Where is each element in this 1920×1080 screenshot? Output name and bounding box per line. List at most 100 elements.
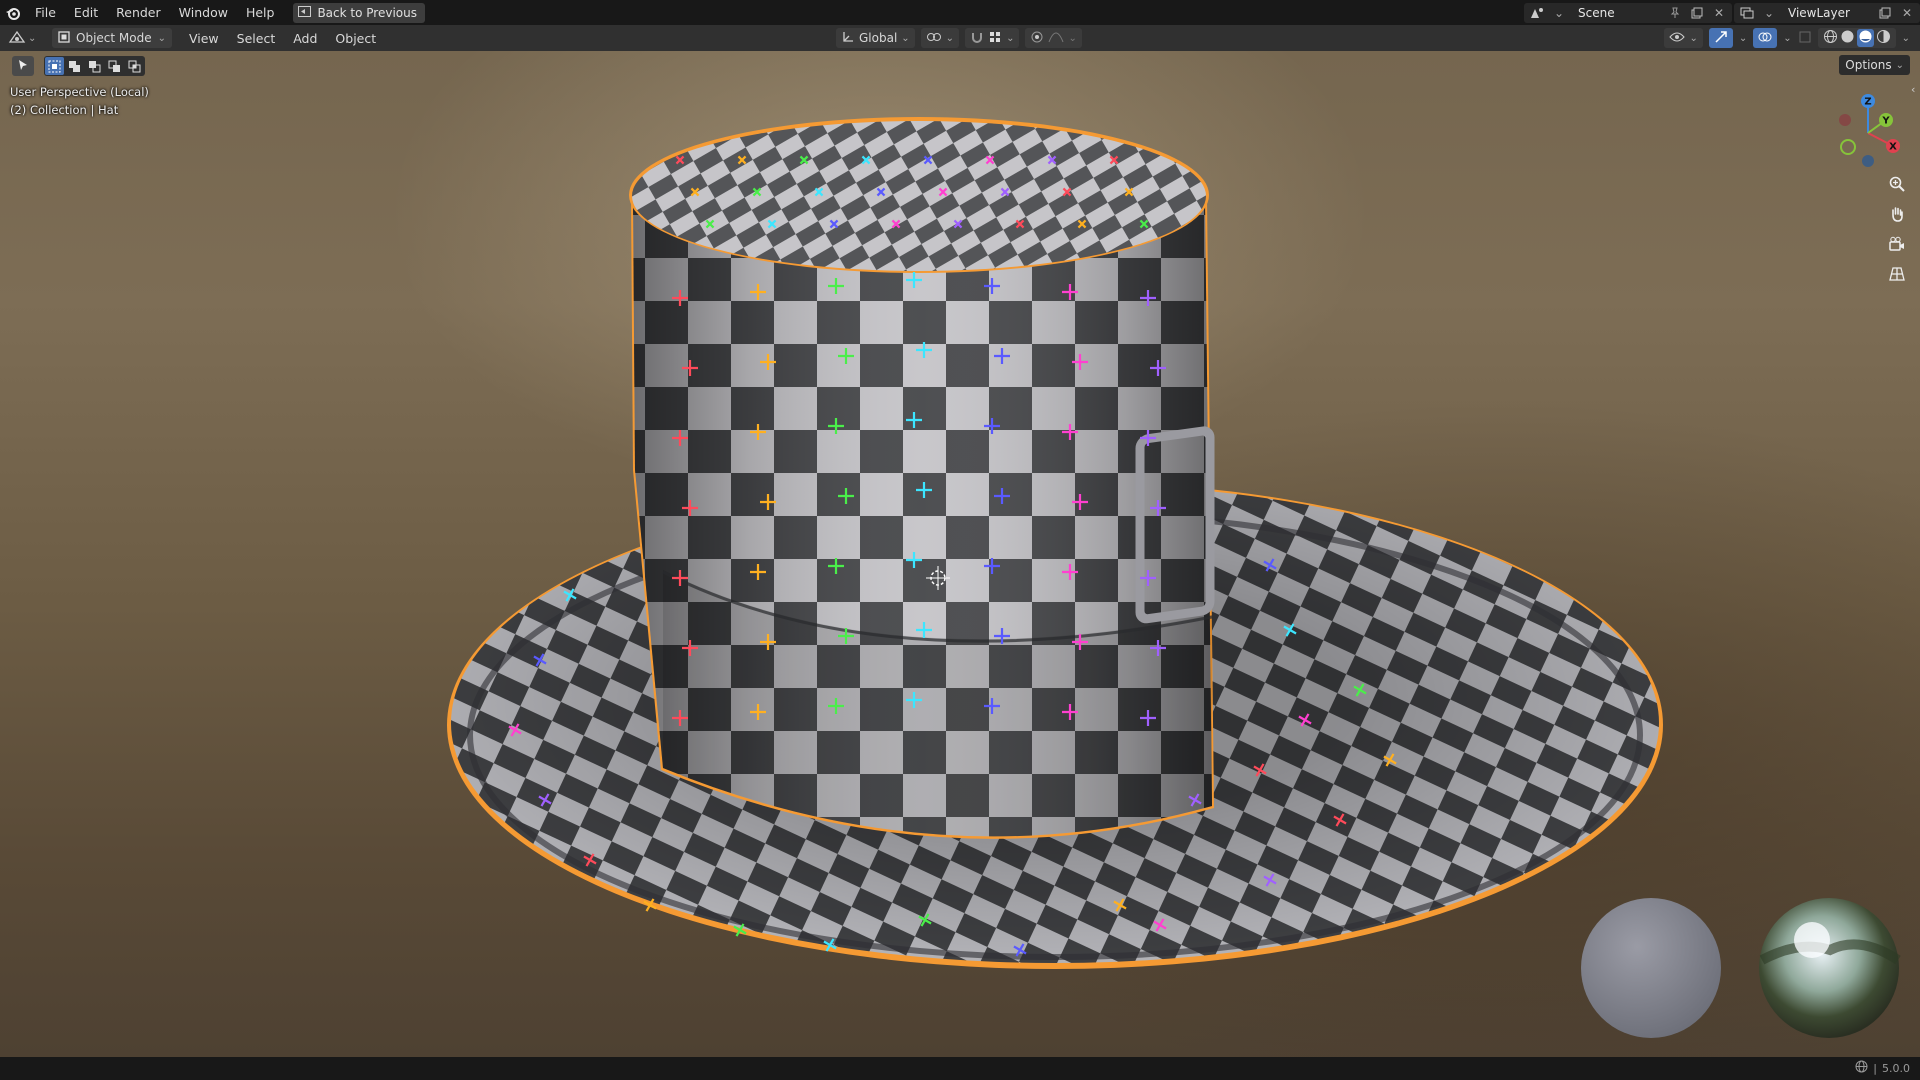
chevron-down-icon: ⌄	[1895, 59, 1904, 71]
chevron-down-icon[interactable]: ⌄	[1739, 33, 1747, 44]
chevron-down-icon: ⌄	[1068, 32, 1077, 44]
chevron-down-icon[interactable]: ⌄	[1902, 33, 1910, 44]
3d-viewport[interactable]: User Perspective (Local) (2) Collection …	[0, 51, 1920, 1057]
rendered-shading-icon[interactable]	[1876, 29, 1891, 47]
snapping-controls[interactable]: ⌄	[965, 28, 1020, 48]
proportional-editing-icon[interactable]	[1030, 30, 1044, 47]
gizmo-toggle[interactable]	[1708, 28, 1733, 48]
object-mode-icon	[58, 30, 70, 46]
gizmo-z-icon[interactable]: Z	[1861, 94, 1875, 108]
sidebar-toggle-icon[interactable]: ‹	[1911, 83, 1915, 96]
chevron-down-icon[interactable]: ⌄	[1783, 33, 1791, 44]
material-preview-shading-icon[interactable]	[1856, 29, 1874, 47]
orientation-label: Global	[859, 31, 898, 45]
pivot-point-icon	[926, 30, 942, 47]
delete-view-layer-icon[interactable]: ✕	[1898, 4, 1916, 22]
select-invert-icon[interactable]	[105, 57, 124, 75]
svg-text:Y: Y	[1881, 116, 1890, 127]
gizmo-neg-y-icon[interactable]	[1840, 139, 1856, 155]
menu-add[interactable]: Add	[284, 31, 326, 46]
active-collection-label: (2) Collection | Hat	[10, 103, 119, 117]
gizmo-neg-x-icon[interactable]	[1839, 114, 1851, 126]
gizmo-icon	[1714, 30, 1728, 47]
gizmo-y-icon[interactable]: Y	[1879, 113, 1893, 127]
cursor-arrow-icon	[17, 59, 29, 74]
menu-render[interactable]: Render	[107, 0, 170, 25]
select-intersect-icon[interactable]	[125, 57, 144, 75]
delete-scene-icon[interactable]: ✕	[1710, 4, 1728, 22]
pivot-point-dropdown[interactable]: ⌄	[920, 28, 960, 48]
hat-top[interactable]	[629, 117, 1209, 273]
overlays-toggle[interactable]	[1753, 28, 1778, 48]
options-label: Options	[1845, 58, 1892, 72]
scene-name-field[interactable]: Scene	[1572, 4, 1662, 22]
editor-type-selector[interactable]: ⌄	[8, 28, 46, 48]
blender-logo-icon[interactable]	[0, 0, 26, 25]
chevron-down-icon: ⌄	[1553, 5, 1565, 20]
wireframe-shading-icon[interactable]	[1823, 29, 1838, 47]
select-extend-icon[interactable]	[65, 57, 84, 75]
svg-text:Z: Z	[1864, 97, 1871, 108]
object-mode-label: Object Mode	[76, 31, 152, 45]
object-mode-dropdown[interactable]: Object Mode ⌄	[52, 28, 172, 48]
new-scene-icon[interactable]	[1688, 4, 1706, 22]
zoom-icon[interactable]	[1884, 171, 1910, 197]
snap-magnet-icon[interactable]	[970, 30, 984, 47]
material-preview-sphere	[1581, 898, 1721, 1038]
chevron-down-icon: ⌄	[1006, 32, 1015, 44]
new-view-layer-icon[interactable]	[1876, 4, 1894, 22]
solid-shading-icon[interactable]	[1840, 29, 1855, 47]
view-layer-icon	[1738, 4, 1756, 22]
menu-window[interactable]: Window	[170, 0, 237, 25]
scene-icon	[1528, 4, 1546, 22]
menu-file[interactable]: File	[26, 0, 65, 25]
viewport-display-tools: ⌄ ⌄ ⌄ ⌄	[1664, 28, 1910, 48]
pin-icon[interactable]	[1666, 4, 1684, 22]
gizmo-neg-z-icon[interactable]	[1862, 155, 1874, 167]
screen-back-icon	[298, 5, 312, 20]
eye-icon	[1669, 31, 1686, 46]
navigation-gizmo[interactable]: Z Y X	[1830, 91, 1910, 171]
version-info: | 5.0.0	[1855, 1060, 1910, 1076]
transform-tools: Global ⌄ ⌄ ⌄ ⌄	[836, 28, 1082, 48]
scene-controls: ⌄ Scene ✕ ⌄ ViewLayer ✕	[1524, 0, 1920, 25]
proportional-editing-controls[interactable]: ⌄	[1025, 28, 1082, 48]
chevron-down-icon: ⌄	[945, 32, 955, 44]
chevron-down-icon: ⌄	[901, 32, 910, 44]
chevron-down-icon: ⌄	[28, 32, 37, 44]
view-layer-name-field[interactable]: ViewLayer	[1782, 4, 1872, 22]
menu-select[interactable]: Select	[228, 31, 285, 46]
version-label: 5.0.0	[1882, 1061, 1910, 1075]
select-subtract-icon[interactable]	[85, 57, 104, 75]
status-bar: | 5.0.0	[0, 1057, 1920, 1080]
hat-scene[interactable]	[0, 51, 1920, 1057]
falloff-curve-icon[interactable]	[1048, 30, 1064, 47]
snap-increment-icon[interactable]	[988, 30, 1002, 47]
orientation-axes-icon	[841, 30, 855, 47]
hat-crown[interactable]	[631, 198, 1215, 839]
view-layer-selector[interactable]: ⌄ ViewLayer ✕	[1734, 2, 1920, 23]
select-tool-button[interactable]	[12, 56, 34, 76]
menu-edit[interactable]: Edit	[65, 0, 107, 25]
back-to-previous-button[interactable]: Back to Previous	[293, 2, 425, 23]
top-menubar: File Edit Render Window Help Back to Pre…	[0, 0, 1920, 25]
pan-hand-icon[interactable]	[1884, 201, 1910, 227]
transform-orientation-dropdown[interactable]: Global ⌄	[836, 28, 915, 48]
scene-selector[interactable]: ⌄ Scene ✕	[1524, 2, 1732, 23]
camera-view-icon[interactable]	[1884, 231, 1910, 257]
menu-view[interactable]: View	[180, 31, 228, 46]
perspective-toggle-icon[interactable]	[1884, 261, 1910, 287]
xray-toggle-icon[interactable]	[1798, 30, 1812, 47]
gizmo-x-icon[interactable]: X	[1886, 139, 1900, 153]
chevron-down-icon: ⌄	[157, 32, 166, 44]
chevron-down-icon: ⌄	[1689, 32, 1698, 44]
shading-modes	[1817, 28, 1896, 48]
viewport-header: ⌄ Object Mode ⌄ View Select Add Object G…	[0, 25, 1920, 51]
version-separator: |	[1873, 1061, 1877, 1075]
visibility-dropdown[interactable]: ⌄	[1664, 28, 1703, 48]
select-new-icon[interactable]	[45, 57, 64, 75]
options-dropdown[interactable]: Options ⌄	[1839, 55, 1910, 75]
menu-object[interactable]: Object	[326, 31, 385, 46]
chevron-down-icon: ⌄	[1763, 5, 1775, 20]
menu-help[interactable]: Help	[237, 0, 284, 25]
